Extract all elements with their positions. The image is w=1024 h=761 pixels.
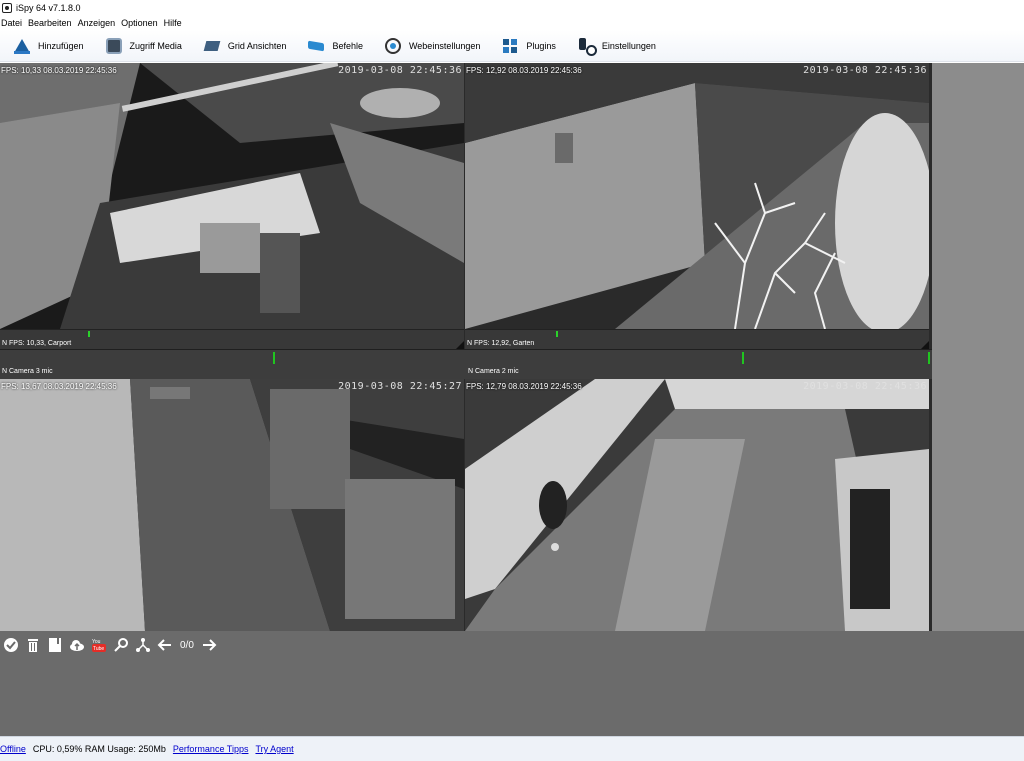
resize-handle[interactable] (921, 341, 929, 349)
grid-icon (204, 38, 220, 54)
web-settings-button[interactable]: Webeinstellungen (371, 33, 488, 59)
mic-label: N Camera 2 mic (468, 368, 519, 375)
search-icon[interactable] (113, 637, 129, 653)
menu-anzeigen[interactable]: Anzeigen (78, 18, 122, 28)
menu-bearbeiten[interactable]: Bearbeiten (28, 18, 78, 28)
menu-hilfe[interactable]: Hilfe (164, 18, 188, 28)
camera-feed-4 (465, 379, 929, 631)
grid-views-button[interactable]: Grid Ansichten (190, 33, 295, 59)
camera-feed-garten (465, 63, 929, 329)
arrow-right-icon[interactable] (201, 637, 217, 653)
media-button[interactable]: Zugriff Media (92, 33, 190, 59)
media-icon (105, 37, 122, 54)
performance-tips-link[interactable]: Performance Tipps (173, 744, 249, 754)
camera-overlay-fps: FPS: 10,33 08.03.2019 22:45:36 (1, 66, 117, 75)
camera-timestamp: 2019-03-08 22:45:36 (338, 65, 462, 76)
audio-level-marker (742, 352, 744, 364)
camera-overlay-fps: FPS: 13,67 08.03.2019 22:45:36 (1, 382, 117, 391)
camera-timestamp: 2019-03-08 22:45:27 (338, 381, 462, 392)
camera-timestamp: 2019-03-08 22:45:36 (803, 65, 927, 76)
workspace: FPS: 10,33 08.03.2019 22:45:36 2019-03-0… (0, 63, 1024, 736)
camera-feed-3 (0, 379, 464, 631)
camera-tile-carport[interactable]: FPS: 10,33 08.03.2019 22:45:36 2019-03-0… (0, 63, 464, 329)
menu-bar: Datei Bearbeiten Anzeigen Optionen Hilfe (0, 16, 1024, 30)
commands-label: Befehle (332, 40, 363, 51)
audio-level-marker (928, 352, 930, 364)
settings-button[interactable]: Einstellungen (564, 33, 664, 59)
settings-icon (578, 37, 597, 56)
activity-marker (556, 331, 558, 337)
mic-label: N Camera 3 mic (2, 368, 53, 375)
media-controls: You Tube 0/0 (0, 634, 220, 656)
web-label: Webeinstellungen (408, 40, 481, 51)
camera-feed-carport (0, 63, 464, 329)
cpu-ram-usage: CPU: 0,59% RAM Usage: 250Mb (32, 744, 166, 754)
camera-label: N FPS: 10,33, Carport (2, 340, 72, 347)
add-icon (14, 38, 30, 54)
web-icon (384, 37, 401, 54)
ispy-window: iSpy 64 v7.1.8.0 Datei Bearbeiten Anzeig… (0, 0, 1024, 761)
trash-icon[interactable] (25, 637, 41, 653)
check-icon[interactable] (3, 637, 19, 653)
activity-marker (88, 331, 90, 337)
offline-link[interactable]: Offline (0, 744, 26, 754)
cloud-upload-icon[interactable] (69, 637, 85, 653)
camera-tile-4[interactable]: FPS: 12,79 08.03.2019 22:45:36 2019-03-0… (465, 379, 929, 631)
media-label: Zugriff Media (129, 40, 182, 51)
camera-tile-3[interactable]: FPS: 13,67 08.03.2019 22:45:36 2019-03-0… (0, 379, 464, 631)
grid-label: Grid Ansichten (227, 40, 287, 51)
camera-bar-garten[interactable]: N FPS: 12,92, Garten (465, 329, 929, 349)
settings-label: Einstellungen (601, 40, 656, 51)
camera-timestamp: 2019-03-08 22:45:36 (803, 381, 927, 392)
commands-icon (308, 38, 324, 54)
menu-datei[interactable]: Datei (1, 18, 28, 28)
share-icon[interactable] (135, 637, 151, 653)
youtube-icon[interactable]: YouTube (91, 637, 107, 653)
plugins-button[interactable]: Plugins (488, 33, 564, 59)
page-count: 0/0 (180, 639, 194, 651)
toolbar: Hinzufügen Zugriff Media Grid Ansichten … (0, 30, 1024, 62)
status-bar: Offline CPU: 0,59% RAM Usage: 250Mb Perf… (0, 736, 1024, 761)
svg-text:Tube: Tube (93, 646, 104, 652)
add-label: Hinzufügen (38, 40, 84, 51)
arrow-left-icon[interactable] (157, 637, 173, 653)
camera-label: N FPS: 12,92, Garten (467, 340, 535, 347)
book-icon[interactable] (47, 637, 63, 653)
camera-bar-carport[interactable]: N FPS: 10,33, Carport (0, 329, 464, 349)
resize-handle[interactable] (456, 341, 464, 349)
add-button[interactable]: Hinzufügen (0, 33, 92, 59)
side-panel (932, 63, 1024, 631)
camera-overlay-fps: FPS: 12,79 08.03.2019 22:45:36 (466, 382, 582, 391)
mic-bar-camera2[interactable]: N Camera 2 mic (466, 349, 932, 379)
menu-optionen[interactable]: Optionen (121, 18, 164, 28)
camera-overlay-fps: FPS: 12,92 08.03.2019 22:45:36 (466, 66, 582, 75)
commands-button[interactable]: Befehle (294, 33, 371, 59)
app-icon (2, 3, 12, 13)
try-agent-link[interactable]: Try Agent (255, 744, 293, 754)
audio-level-marker (273, 352, 275, 364)
camera-grid: FPS: 10,33 08.03.2019 22:45:36 2019-03-0… (0, 63, 932, 631)
plugins-label: Plugins (526, 40, 556, 51)
plugins-icon (502, 38, 518, 54)
mic-bar-camera3[interactable]: N Camera 3 mic (0, 349, 466, 379)
camera-tile-garten[interactable]: FPS: 12,92 08.03.2019 22:45:36 2019-03-0… (465, 63, 929, 329)
window-title: iSpy 64 v7.1.8.0 (16, 3, 81, 13)
title-bar: iSpy 64 v7.1.8.0 (0, 0, 1024, 16)
